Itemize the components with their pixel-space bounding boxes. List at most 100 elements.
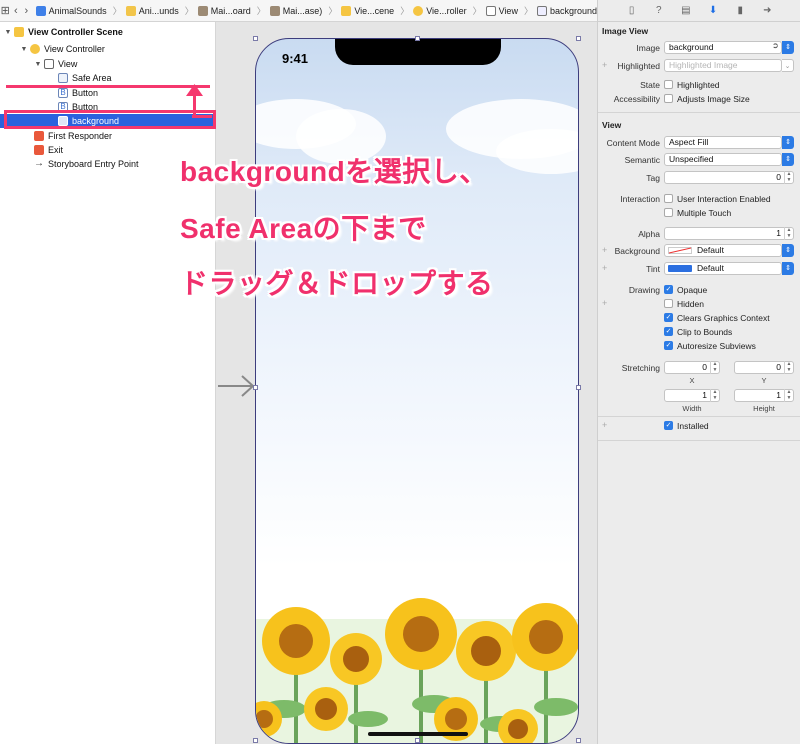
tint-swatch-icon bbox=[668, 265, 692, 272]
drop-target-line bbox=[6, 85, 210, 88]
stepper-icon[interactable]: ▲ ▼ bbox=[710, 361, 719, 374]
view-controller-icon bbox=[413, 5, 424, 16]
breadcrumb-view[interactable]: View 〉 bbox=[485, 4, 533, 17]
chevron-updown-icon[interactable]: ⇕ bbox=[782, 244, 794, 257]
document-outline: ▼ View Controller Scene ▼ View Controlle… bbox=[0, 22, 216, 744]
divider bbox=[598, 112, 800, 113]
chevron-updown-icon[interactable]: ⇕ bbox=[782, 153, 794, 166]
stepper-icon[interactable]: ▲ ▼ bbox=[784, 171, 793, 184]
user-interaction-checkbox[interactable] bbox=[664, 194, 673, 203]
no-color-swatch-icon bbox=[668, 247, 692, 254]
resize-handle[interactable] bbox=[415, 36, 420, 41]
chevron-updown-icon[interactable]: ⇕ bbox=[782, 41, 794, 54]
plus-icon[interactable]: + bbox=[602, 298, 607, 308]
state-label: State bbox=[640, 80, 660, 90]
stepper-icon[interactable]: ▲ ▼ bbox=[710, 389, 719, 402]
xcode-window: ⊞ ‹ › AnimalSounds 〉 Ani...unds 〉 Mai...oa… bbox=[0, 0, 800, 744]
breadcrumb-project[interactable]: AnimalSounds 〉 bbox=[35, 4, 122, 17]
plus-icon[interactable]: + bbox=[602, 420, 607, 430]
interaction-label: Interaction bbox=[620, 194, 660, 204]
chevron-updown-icon[interactable]: ⇕ bbox=[782, 262, 794, 275]
resize-handle[interactable] bbox=[253, 738, 258, 743]
chevron-updown-icon[interactable]: ⇕ bbox=[782, 136, 794, 149]
stepper-icon[interactable]: ▲ ▼ bbox=[784, 389, 793, 402]
chevron-down-icon[interactable]: ⌄ bbox=[782, 59, 794, 72]
hidden-label: Hidden bbox=[677, 299, 704, 309]
tag-field[interactable]: 0 bbox=[664, 171, 794, 184]
view-icon bbox=[485, 5, 496, 16]
view-controller-icon bbox=[30, 44, 40, 54]
breadcrumb-folder[interactable]: Ani...unds 〉 bbox=[125, 4, 194, 17]
file-inspector-icon[interactable]: ▯ bbox=[626, 5, 638, 17]
forward-arrow-icon[interactable]: › bbox=[21, 5, 32, 17]
highlighted-label: Highlighted bbox=[617, 61, 660, 71]
hidden-checkbox[interactable] bbox=[664, 299, 673, 308]
storyboard-icon bbox=[197, 5, 208, 16]
adjusts-image-size-checkbox[interactable] bbox=[664, 94, 673, 103]
connections-inspector-icon[interactable]: ➜ bbox=[761, 5, 773, 17]
installed-label: Installed bbox=[677, 421, 709, 431]
stepper-icon[interactable]: ▲ ▼ bbox=[784, 227, 793, 240]
jump-bar: ⊞ ‹ › AnimalSounds 〉 Ani...unds 〉 Mai...oa… bbox=[0, 0, 597, 22]
stepper-icon[interactable]: ▲ ▼ bbox=[784, 361, 793, 374]
clip-to-bounds-label: Clip to Bounds bbox=[677, 327, 733, 337]
user-interaction-label: User Interaction Enabled bbox=[677, 194, 771, 204]
semantic-select[interactable]: Unspecified bbox=[664, 153, 782, 166]
image-combo[interactable]: background bbox=[664, 41, 782, 54]
identity-inspector-icon[interactable]: ▤ bbox=[680, 5, 692, 17]
content-mode-select[interactable]: Aspect Fill bbox=[664, 136, 782, 149]
clip-to-bounds-checkbox[interactable]: ✓ bbox=[664, 327, 673, 336]
highlighted-image-combo[interactable]: Highlighted Image bbox=[664, 59, 782, 72]
inspector-tabs: ▯ ? ▤ ⬇ ▮ ➜ bbox=[598, 0, 800, 22]
arrow-up-icon bbox=[186, 84, 203, 96]
opaque-label: Opaque bbox=[677, 285, 708, 295]
tree-row-scene[interactable]: ▼ View Controller Scene bbox=[0, 25, 216, 39]
tree-row-first-responder[interactable]: First Responder bbox=[0, 129, 216, 143]
autoresize-checkbox[interactable]: ✓ bbox=[664, 341, 673, 350]
installed-checkbox[interactable]: ✓ bbox=[664, 421, 673, 430]
multiple-touch-checkbox[interactable] bbox=[664, 208, 673, 217]
entry-point-arrow-icon bbox=[218, 375, 255, 397]
size-inspector-icon[interactable]: ▮ bbox=[734, 5, 746, 17]
resize-handle[interactable] bbox=[415, 738, 420, 743]
disclosure-triangle-icon[interactable]: ▼ bbox=[20, 46, 28, 53]
storyboard-canvas[interactable]: 9:41 bbox=[216, 22, 597, 744]
disclosure-triangle-icon[interactable]: ▼ bbox=[34, 61, 42, 68]
highlighted-checkbox[interactable] bbox=[664, 80, 673, 89]
breadcrumb-storyboard[interactable]: Mai...oard 〉 bbox=[197, 4, 266, 17]
alpha-field[interactable]: 1 bbox=[664, 227, 794, 240]
grid-icon[interactable]: ⊞ bbox=[0, 4, 11, 17]
resize-handle[interactable] bbox=[576, 738, 581, 743]
project-icon bbox=[35, 5, 46, 16]
breadcrumb-background[interactable]: background bbox=[536, 5, 597, 16]
tree-row-button-1[interactable]: B Button bbox=[0, 86, 216, 100]
tree-row-safe-area[interactable]: Safe Area bbox=[0, 71, 216, 85]
resize-handle[interactable] bbox=[576, 385, 581, 390]
resize-handle[interactable] bbox=[253, 36, 258, 41]
breadcrumb-scene[interactable]: Vie...cene 〉 bbox=[341, 4, 409, 17]
iphone-scene-frame[interactable]: 9:41 bbox=[255, 38, 579, 744]
width-label: Width bbox=[682, 404, 702, 413]
breadcrumb-storyboard-base[interactable]: Mai...ase) 〉 bbox=[269, 4, 337, 17]
opaque-checkbox[interactable]: ✓ bbox=[664, 285, 673, 294]
resize-handle[interactable] bbox=[253, 385, 258, 390]
tree-row-view[interactable]: ▼ View bbox=[0, 57, 216, 71]
autoresize-label: Autoresize Subviews bbox=[677, 341, 756, 351]
section-title-image-view: Image View bbox=[602, 26, 649, 36]
accessibility-label: Accessibility bbox=[613, 94, 660, 104]
view-icon bbox=[44, 59, 54, 69]
multiple-touch-label: Multiple Touch bbox=[677, 208, 732, 218]
divider bbox=[598, 440, 800, 441]
attributes-inspector-icon[interactable]: ⬇ bbox=[707, 5, 719, 17]
resize-handle[interactable] bbox=[576, 36, 581, 41]
help-icon[interactable]: ? bbox=[653, 5, 665, 17]
arrow-circle-icon[interactable]: ➲ bbox=[772, 41, 779, 50]
divider bbox=[598, 416, 800, 417]
clears-graphics-checkbox[interactable]: ✓ bbox=[664, 313, 673, 322]
content-mode-label: Content Mode bbox=[606, 138, 660, 148]
y-label: Y bbox=[761, 376, 767, 385]
breadcrumb-view-controller[interactable]: Vie...roller 〉 bbox=[413, 4, 482, 17]
tree-row-view-controller[interactable]: ▼ View Controller bbox=[0, 42, 216, 56]
disclosure-triangle-icon[interactable]: ▼ bbox=[4, 29, 12, 36]
back-arrow-icon[interactable]: ‹ bbox=[11, 5, 22, 17]
